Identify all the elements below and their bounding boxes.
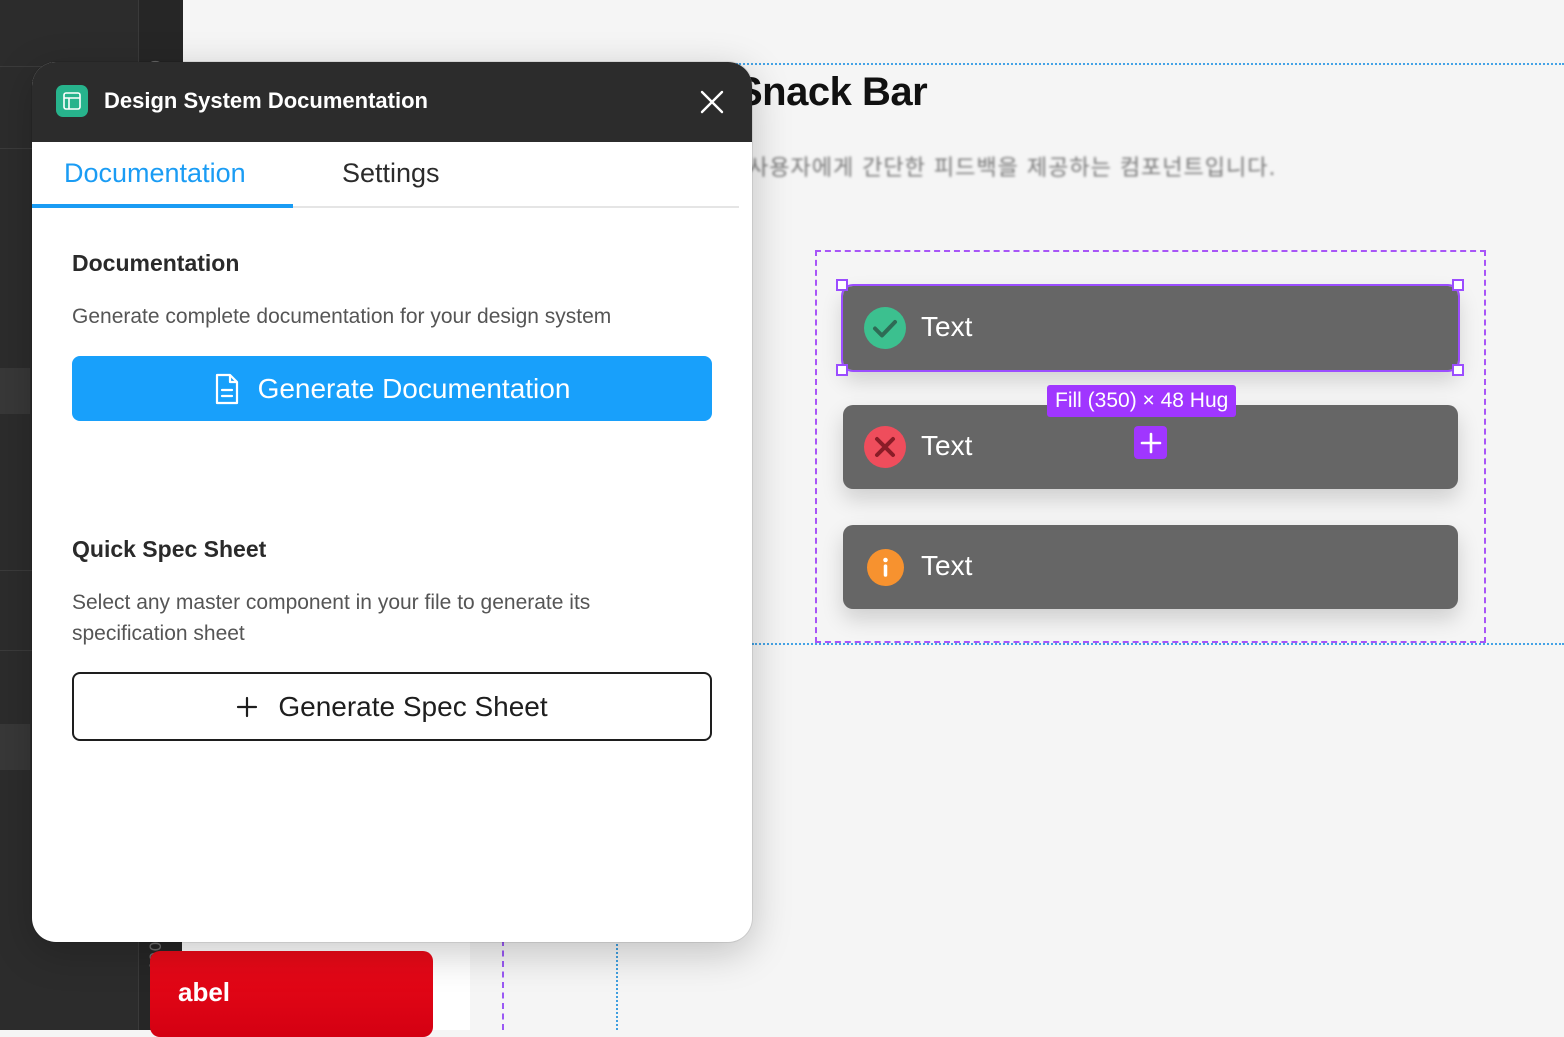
layout-guide	[752, 643, 1564, 645]
plugin-titlebar[interactable]: Design System Documentation	[32, 62, 752, 142]
tab-settings[interactable]: Settings	[342, 158, 440, 189]
active-tab-indicator	[32, 204, 293, 208]
generate-spec-sheet-button[interactable]: Generate Spec Sheet	[72, 672, 712, 741]
size-badge: Fill (350) × 48 Hug	[1047, 385, 1237, 417]
resize-handle[interactable]	[836, 364, 848, 376]
sidebar-row-highlight[interactable]	[0, 368, 30, 414]
documentation-heading: Documentation	[72, 250, 240, 276]
check-circle-icon	[864, 307, 906, 349]
generate-spec-sheet-label: Generate Spec Sheet	[278, 690, 548, 722]
layout-guide	[616, 940, 618, 1030]
plugin-app-icon	[56, 85, 88, 117]
error-circle-icon	[864, 426, 906, 468]
canvas-red-button[interactable]: abel	[150, 951, 433, 1037]
plus-icon	[1140, 432, 1161, 453]
resize-handle[interactable]	[836, 279, 848, 291]
tab-documentation[interactable]: Documentation	[64, 158, 246, 189]
info-circle-icon	[867, 549, 904, 586]
canvas-title: Snack Bar	[736, 70, 928, 114]
layout-icon	[63, 92, 81, 110]
spec-sheet-heading: Quick Spec Sheet	[72, 536, 267, 562]
plus-icon	[237, 696, 258, 717]
snackbar-text: Text	[921, 311, 973, 342]
snackbar-success[interactable]: Text	[841, 284, 1460, 372]
generate-documentation-button[interactable]: Generate Documentation	[72, 356, 712, 421]
resize-handle[interactable]	[1452, 279, 1464, 291]
sidebar-row-highlight[interactable]	[0, 724, 30, 770]
generate-documentation-label: Generate Documentation	[257, 372, 571, 404]
document-icon	[215, 373, 238, 404]
tab-bar: Documentation Settings	[32, 142, 739, 208]
snackbar-info[interactable]: Text	[843, 525, 1458, 609]
plugin-window: Design System Documentation Documentatio…	[32, 62, 752, 942]
plugin-title: Design System Documentation	[104, 88, 428, 113]
snackbar-text: Text	[921, 550, 973, 581]
resize-handle[interactable]	[1452, 364, 1464, 376]
spec-sheet-description: Select any master component in your file…	[72, 591, 591, 645]
frame-guide	[502, 940, 504, 1030]
add-item-button[interactable]	[1134, 426, 1167, 459]
documentation-description: Generate complete documentation for your…	[72, 305, 612, 328]
canvas-subtitle: 사용자에게 간단한 피드백을 제공하는 컴포넌트입니다.	[748, 156, 1277, 181]
snackbar-text: Text	[921, 430, 973, 461]
close-icon	[700, 90, 724, 114]
close-button[interactable]	[696, 86, 728, 118]
layout-guide	[736, 63, 1564, 65]
